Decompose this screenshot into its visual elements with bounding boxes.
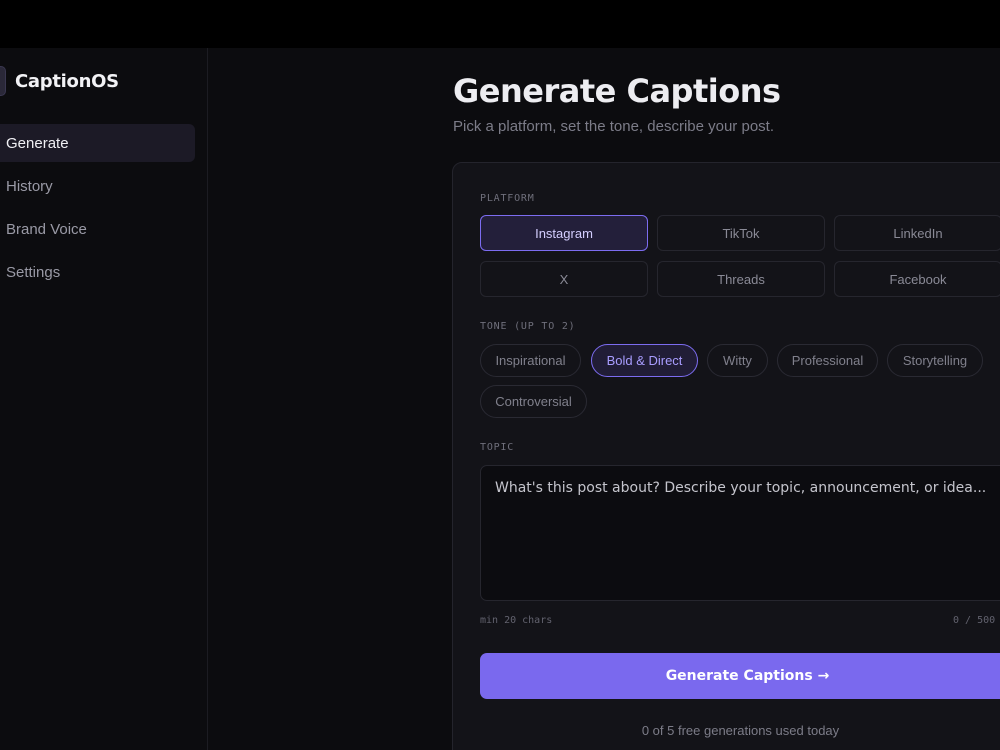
tone-witty-chip[interactable]: Witty <box>707 344 768 377</box>
sidebar: CaptionOS Generate History Brand Voice S… <box>0 48 208 750</box>
platform-threads-button[interactable]: Threads <box>657 261 825 297</box>
brand: CaptionOS <box>0 66 119 96</box>
sidebar-item-settings[interactable]: Settings <box>0 253 195 291</box>
tone-inspirational-chip[interactable]: Inspirational <box>480 344 581 377</box>
tone-professional-chip[interactable]: Professional <box>777 344 878 377</box>
min-chars-hint: min 20 chars <box>480 615 553 626</box>
platform-facebook-button[interactable]: Facebook <box>834 261 1000 297</box>
sidebar-item-generate[interactable]: Generate <box>0 124 195 162</box>
topic-label: TOPIC <box>480 442 515 453</box>
generator-card: PLATFORM Instagram TikTok LinkedIn X Thr… <box>452 162 1000 750</box>
sidebar-nav: Generate History Brand Voice Settings <box>0 124 195 296</box>
platform-linkedin-button[interactable]: LinkedIn <box>834 215 1000 251</box>
app-name: CaptionOS <box>15 70 119 92</box>
tone-storytelling-chip[interactable]: Storytelling <box>887 344 983 377</box>
tone-bold-direct-chip[interactable]: Bold & Direct <box>591 344 698 377</box>
tone-controversial-chip[interactable]: Controversial <box>480 385 587 418</box>
logo-icon <box>0 66 6 96</box>
page-subtitle: Pick a platform, set the tone, describe … <box>453 118 774 135</box>
topic-input[interactable] <box>480 465 1000 601</box>
sidebar-item-brand-voice[interactable]: Brand Voice <box>0 210 195 248</box>
main-content: Generate Captions Pick a platform, set t… <box>209 48 1000 750</box>
platform-instagram-button[interactable]: Instagram <box>480 215 648 251</box>
char-counter: 0 / 500 <box>953 615 996 626</box>
platform-tiktok-button[interactable]: TikTok <box>657 215 825 251</box>
top-black-bar <box>0 0 1000 48</box>
page-title: Generate Captions <box>453 72 781 110</box>
platform-label: PLATFORM <box>480 193 535 204</box>
tone-label: TONE (UP TO 2) <box>480 321 576 332</box>
app-window: CaptionOS Generate History Brand Voice S… <box>0 48 1000 750</box>
sidebar-item-history[interactable]: History <box>0 167 195 205</box>
platform-x-button[interactable]: X <box>480 261 648 297</box>
generate-captions-button[interactable]: Generate Captions → <box>480 653 1000 699</box>
usage-status: 0 of 5 free generations used today <box>641 723 840 738</box>
